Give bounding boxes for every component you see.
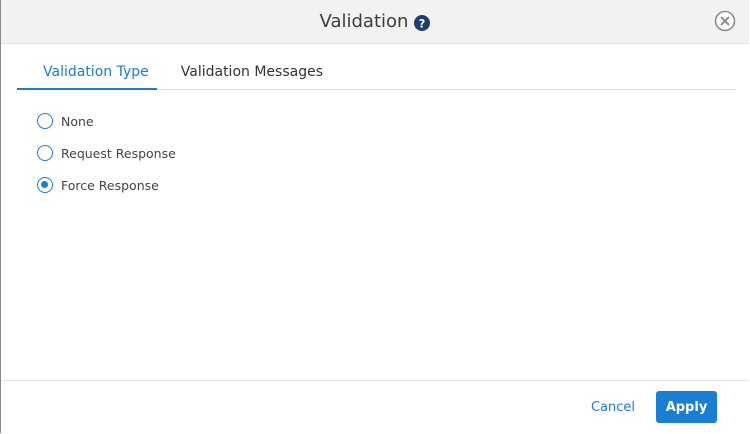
radio-force-response[interactable] bbox=[37, 177, 53, 193]
option-none[interactable]: None bbox=[37, 110, 176, 132]
dialog-title: Validation bbox=[319, 11, 409, 32]
apply-button[interactable]: Apply bbox=[656, 391, 717, 423]
option-label: Force Response bbox=[61, 177, 159, 193]
validation-type-options: None Request Response Force Response bbox=[37, 110, 176, 206]
option-label: None bbox=[61, 113, 94, 129]
question-circle-icon[interactable]: ? bbox=[414, 14, 431, 31]
dialog-header: Validation ? bbox=[1, 0, 749, 44]
option-request-response[interactable]: Request Response bbox=[37, 142, 176, 164]
tab-bar: Validation Type Validation Messages bbox=[17, 55, 736, 90]
radio-request-response[interactable] bbox=[37, 145, 53, 161]
svg-text:?: ? bbox=[419, 16, 426, 30]
title-wrap: Validation ? bbox=[1, 0, 749, 43]
close-circle-icon[interactable] bbox=[714, 10, 736, 32]
tab-validation-messages[interactable]: Validation Messages bbox=[181, 55, 323, 89]
cancel-button[interactable]: Cancel bbox=[587, 391, 639, 423]
validation-dialog: Validation ? Validation Type Validation … bbox=[0, 0, 749, 433]
radio-none[interactable] bbox=[37, 113, 53, 129]
option-label: Request Response bbox=[61, 145, 176, 161]
dialog-footer: Cancel Apply bbox=[1, 380, 749, 433]
tab-validation-type[interactable]: Validation Type bbox=[17, 55, 157, 90]
option-force-response[interactable]: Force Response bbox=[37, 174, 176, 196]
